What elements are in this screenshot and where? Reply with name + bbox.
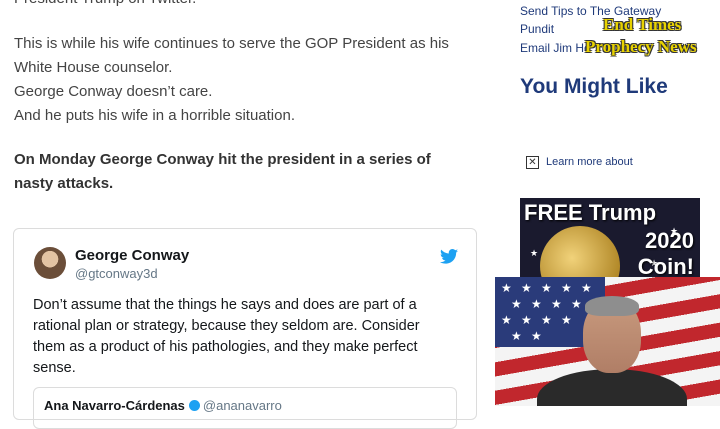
- star-icon: ★: [581, 281, 592, 295]
- article-cut-line: President Trump on Twitter.: [14, 0, 196, 11]
- twitter-bird-icon[interactable]: [440, 249, 458, 264]
- star-icon: ★: [551, 297, 562, 311]
- coin-image: [540, 226, 620, 278]
- tweet-author-handle[interactable]: @gtconway3d: [75, 266, 158, 281]
- star-icon: ★: [501, 313, 512, 327]
- ad-banner-coin: Coin!: [637, 254, 694, 278]
- star-icon: ★: [541, 313, 552, 327]
- article-line: This is while his wife continues to serv…: [14, 35, 449, 76]
- star-icon: ★: [541, 281, 552, 295]
- ad-banner-title: FREE Trump: [524, 200, 657, 225]
- star-icon: ★: [511, 329, 522, 343]
- star-icon: ★: [531, 297, 542, 311]
- you-might-like-heading: You Might Like: [520, 75, 668, 98]
- embedded-tweet[interactable]: George Conway @gtconway3d Don’t assume t…: [13, 228, 477, 429]
- presenter: [537, 296, 687, 406]
- star-icon: ★: [521, 313, 532, 327]
- article-line: George Conway doesn’t care.: [14, 83, 213, 100]
- video-overlay[interactable]: ★ ★ ★ ★ ★ ★ ★ ★ ★ ★ ★ ★ ★ ★ ★: [495, 277, 720, 406]
- tweet-text: Don’t assume that the things he says and…: [33, 297, 420, 376]
- ad-info-link[interactable]: Learn more about: [546, 156, 633, 168]
- quoted-tweet[interactable]: Ana Navarro-Cárdenas @ananavarro: [33, 387, 457, 429]
- article-bold-paragraph: On Monday George Conway hit the presiden…: [14, 151, 431, 192]
- ad-banner-year: 2020: [645, 228, 694, 253]
- star-icon: ★: [561, 281, 572, 295]
- star-icon: ★: [501, 281, 512, 295]
- star-icon: ★: [511, 297, 522, 311]
- star-icon: ★: [521, 281, 532, 295]
- tweet-author-name[interactable]: George Conway: [75, 247, 189, 264]
- send-tips-link-continued[interactable]: Pundit: [520, 22, 554, 36]
- article-paragraph: This is while his wife continues to serv…: [14, 32, 484, 128]
- article-line: And he puts his wife in a horrible situa…: [14, 107, 295, 124]
- email-link[interactable]: Email Jim Ho: [520, 41, 591, 55]
- watermark-line-2: Prophecy News: [585, 37, 697, 56]
- ad-banner[interactable]: ★ ★ ★ FREE Trump 2020 Coin!: [520, 198, 700, 278]
- avatar[interactable]: [34, 247, 66, 279]
- presenter-hair: [585, 296, 639, 316]
- star-icon: ★: [530, 248, 539, 258]
- watermark-line-1: End Times: [603, 15, 682, 34]
- star-icon: ★: [531, 329, 542, 343]
- ad-close-icon[interactable]: ✕: [526, 156, 539, 169]
